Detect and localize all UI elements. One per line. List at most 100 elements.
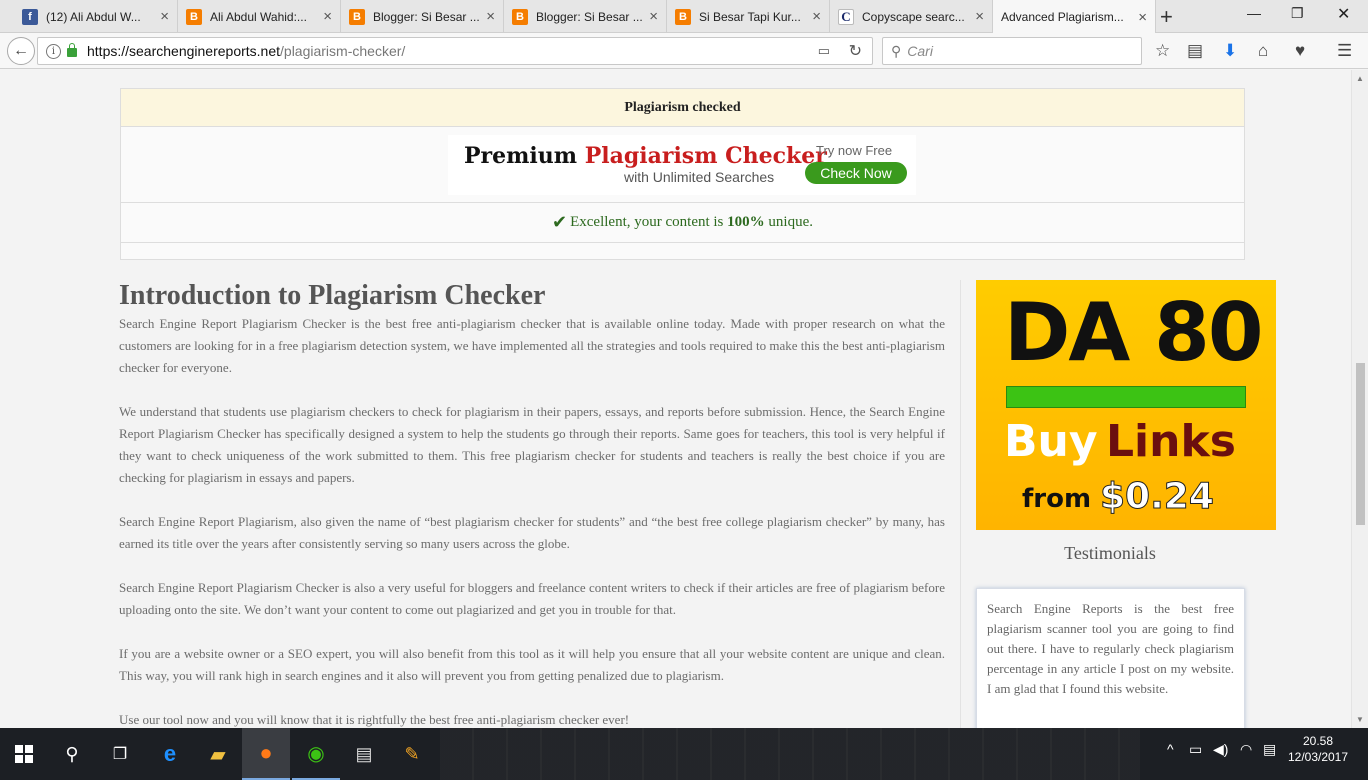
premium-ad-subtitle: with Unlimited Searches bbox=[624, 169, 775, 185]
checkmark-icon: ✔ bbox=[552, 212, 568, 232]
unique-percentage: 100% bbox=[727, 214, 765, 230]
tab-title: Copyscape searc... bbox=[862, 9, 965, 24]
plagiarism-result-panel: Plagiarism checked Premium Plagiarism Ch… bbox=[120, 88, 1245, 260]
back-button[interactable]: ← bbox=[7, 37, 35, 65]
scroll-up-icon[interactable]: ▲ bbox=[1356, 74, 1364, 83]
intro-heading: Introduction to Plagiarism Checker bbox=[119, 280, 546, 311]
firefox-icon[interactable]: ● bbox=[242, 728, 290, 780]
blogger-icon: B bbox=[186, 8, 202, 25]
volume-icon[interactable]: ◀) bbox=[1213, 741, 1228, 758]
new-tab-icon[interactable]: + bbox=[1160, 4, 1173, 30]
line-app-icon[interactable]: ◉ bbox=[292, 728, 340, 780]
windows-logo-icon bbox=[15, 745, 33, 763]
clock-time: 20.58 bbox=[1302, 734, 1334, 748]
ad-links-text: Links bbox=[1106, 416, 1236, 467]
tab-title: Blogger: Si Besar ... bbox=[536, 9, 643, 24]
site-info-icon[interactable]: i bbox=[46, 43, 61, 59]
search-placeholder: Cari bbox=[907, 43, 933, 59]
tab-plagiarism-active[interactable]: Advanced Plagiarism... × bbox=[993, 0, 1156, 34]
close-tab-icon[interactable]: × bbox=[486, 8, 495, 25]
facebook-icon: f bbox=[22, 8, 38, 25]
task-view-icon[interactable]: ❐ bbox=[96, 728, 144, 780]
url-host: https://searchenginereports.net bbox=[87, 43, 281, 59]
tab-copyscape[interactable]: C Copyscape searc... × bbox=[830, 0, 993, 33]
show-hidden-icons[interactable]: ^ bbox=[1167, 741, 1174, 757]
premium-plagiarism-ad[interactable]: Premium Plagiarism Checker with Unlimite… bbox=[448, 135, 916, 195]
clock-date: 12/03/2017 bbox=[1287, 750, 1349, 764]
paint-icon[interactable]: ✎ bbox=[388, 728, 436, 780]
premium-word: Premium bbox=[464, 143, 585, 169]
try-now-text: Try now Free bbox=[816, 143, 893, 158]
taskbar-wallpaper bbox=[440, 728, 1140, 780]
page-viewport: Plagiarism checked Premium Plagiarism Ch… bbox=[0, 70, 1351, 728]
window-close-icon[interactable]: ✕ bbox=[1337, 4, 1350, 24]
plagiarism-checker-word: Plagiarism Checker bbox=[584, 143, 827, 169]
search-icon: ⚲ bbox=[891, 42, 902, 59]
maximize-icon[interactable]: ❐ bbox=[1291, 5, 1304, 22]
close-tab-icon[interactable]: × bbox=[649, 8, 658, 25]
url-bar[interactable]: i https://searchenginereports.net/plagia… bbox=[37, 37, 873, 65]
page-scrollbar[interactable]: ▲ ▼ bbox=[1351, 70, 1368, 728]
bookmarks-list-icon[interactable]: ▤ bbox=[1187, 41, 1203, 61]
copyscape-icon: C bbox=[838, 8, 854, 25]
check-now-button[interactable]: Check Now bbox=[805, 162, 907, 184]
home-icon[interactable]: ⌂ bbox=[1258, 41, 1268, 61]
menu-icon[interactable]: ☰ bbox=[1337, 41, 1352, 61]
download-icon[interactable]: ⬇ bbox=[1223, 41, 1237, 61]
tab-blogger-1[interactable]: B Ali Abdul Wahid:... × bbox=[178, 0, 341, 33]
blogger-icon: B bbox=[349, 8, 365, 25]
close-tab-icon[interactable]: × bbox=[160, 8, 169, 25]
start-button[interactable] bbox=[0, 728, 48, 780]
tab-blogger-3[interactable]: B Blogger: Si Besar ... × bbox=[504, 0, 667, 33]
result-header: Plagiarism checked bbox=[121, 89, 1244, 127]
url-path: /plagiarism-checker/ bbox=[280, 43, 406, 59]
buy-links-ad-banner[interactable]: DA 80 Buy Links from $0.24 bbox=[976, 280, 1276, 530]
file-explorer-icon[interactable]: ▰ bbox=[194, 728, 242, 780]
edge-icon[interactable]: e bbox=[146, 728, 194, 780]
ad-buy-text: Buy bbox=[1004, 416, 1098, 467]
intro-paragraph: Use our tool now and you will know that … bbox=[119, 712, 630, 727]
search-bar[interactable]: ⚲ Cari bbox=[882, 37, 1142, 65]
notifications-icon[interactable]: ▤ bbox=[1263, 741, 1276, 758]
ad-green-bar bbox=[1006, 386, 1246, 408]
network-status-icon[interactable]: ▭ bbox=[1189, 741, 1202, 758]
windows-taskbar: ⚲ ❐ e ▰ ● ◉ ▤ ✎ ^ ▭ ◀) ◠ ▤ bbox=[0, 728, 1368, 780]
pocket-icon[interactable]: ♥ bbox=[1295, 41, 1305, 61]
sidebar-divider bbox=[960, 280, 961, 728]
wifi-icon[interactable]: ◠ bbox=[1240, 741, 1252, 758]
tab-strip: f (12) Ali Abdul W... × B Ali Abdul Wahi… bbox=[0, 0, 1368, 34]
close-tab-icon[interactable]: × bbox=[323, 8, 332, 25]
notepad-icon[interactable]: ▤ bbox=[340, 728, 388, 780]
intro-paragraph: If you are a website owner or a SEO expe… bbox=[119, 646, 945, 683]
tab-blogger-4[interactable]: B Si Besar Tapi Kur... × bbox=[667, 0, 830, 33]
bookmark-star-icon[interactable]: ☆ bbox=[1155, 41, 1170, 61]
tab-title: Advanced Plagiarism... bbox=[1001, 10, 1124, 24]
close-tab-icon[interactable]: × bbox=[1138, 9, 1147, 26]
ad-from-text: from bbox=[1022, 484, 1092, 514]
premium-ad-row: Premium Plagiarism Checker with Unlimite… bbox=[121, 127, 1244, 203]
taskbar-clock[interactable]: 20.58 12/03/2017 bbox=[1283, 733, 1353, 765]
unique-prefix: Excellent, your content is bbox=[570, 214, 724, 230]
tab-facebook[interactable]: f (12) Ali Abdul W... × bbox=[14, 0, 178, 33]
intro-paragraph: Search Engine Report Plagiarism Checker … bbox=[119, 316, 945, 375]
blogger-icon: B bbox=[675, 8, 691, 25]
testimonial-card: Search Engine Reports is the best free p… bbox=[976, 588, 1245, 728]
tab-title: (12) Ali Abdul W... bbox=[46, 9, 141, 24]
close-tab-icon[interactable]: × bbox=[975, 8, 984, 25]
search-taskbar-icon[interactable]: ⚲ bbox=[48, 728, 96, 780]
close-tab-icon[interactable]: × bbox=[812, 8, 821, 25]
minimize-icon[interactable]: — bbox=[1247, 5, 1261, 21]
scrollbar-thumb[interactable] bbox=[1356, 363, 1365, 525]
reload-icon[interactable]: ↻ bbox=[849, 41, 862, 61]
reader-view-icon[interactable]: ▭ bbox=[818, 43, 830, 59]
scroll-down-icon[interactable]: ▼ bbox=[1356, 715, 1364, 724]
tab-title: Blogger: Si Besar ... bbox=[373, 9, 480, 24]
unique-suffix: unique. bbox=[768, 214, 813, 230]
tab-blogger-2[interactable]: B Blogger: Si Besar ... × bbox=[341, 0, 504, 33]
premium-ad-title: Premium Plagiarism Checker bbox=[464, 143, 827, 169]
intro-paragraph: We understand that students use plagiari… bbox=[119, 404, 945, 485]
tab-title: Ali Abdul Wahid:... bbox=[210, 9, 307, 24]
intro-paragraph: Search Engine Report Plagiarism Checker … bbox=[119, 580, 945, 617]
ad-price: $0.24 bbox=[1100, 476, 1215, 518]
testimonials-heading: Testimonials bbox=[1064, 543, 1156, 563]
